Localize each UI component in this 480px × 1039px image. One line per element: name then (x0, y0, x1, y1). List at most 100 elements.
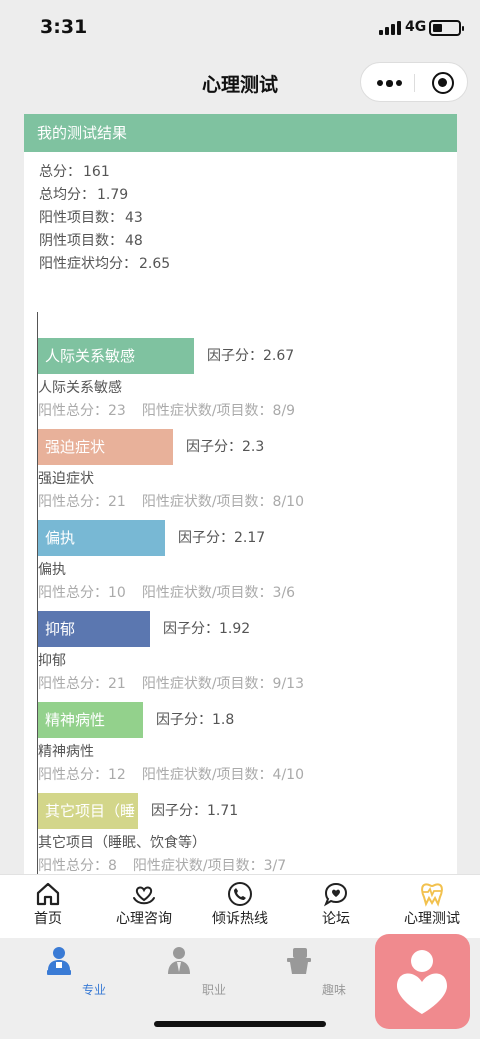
systab-fun[interactable]: 趣味 (264, 942, 346, 1002)
factor-item: 偏执 因子分：2.17 偏执 阳性总分：10 阳性症状数/项目数：3/6 (38, 520, 438, 611)
factor-bar: 其它项目（睡 (38, 793, 138, 829)
ratio-value: 3/6 (272, 585, 296, 601)
factor-item: 人际关系敏感 因子分：2.67 人际关系敏感 阳性总分：23 阳性症状数/项目数：8/9 (38, 338, 438, 429)
tab-counseling[interactable]: 心理咨询 (100, 875, 188, 939)
factor-bar: 精神病性 (38, 702, 143, 738)
summary-label: 总分： (39, 164, 81, 180)
systab-career[interactable]: 职业 (144, 942, 226, 1002)
tab-label: 心理测试 (404, 911, 460, 927)
factor-bar: 抑郁 (38, 611, 150, 647)
summary-total: 总分： 161 (37, 161, 170, 184)
factor-score-label: 因子分：2.67 (207, 338, 294, 374)
status-bar: 3:31 4G (0, 0, 480, 56)
signal-icon (379, 21, 401, 35)
heartbeat-tooth-icon (421, 883, 443, 907)
result-header: 我的测试结果 (24, 114, 457, 152)
positive-total-value: 23 (108, 403, 126, 419)
tab-hotline[interactable]: 倾诉热线 (196, 875, 284, 939)
systab-professional[interactable]: 专业 (24, 942, 106, 1002)
nav-bar: 心理测试 (0, 56, 480, 110)
factor-stats: 阳性总分：8 阳性症状数/项目数：3/7 (38, 855, 286, 875)
systab-label: 专业 (81, 983, 106, 997)
factor-name: 偏执 (38, 562, 66, 578)
ratio-label: 阳性症状数/项目数： (141, 403, 273, 419)
systab-label: 职业 (201, 983, 226, 997)
ratio-value: 8/9 (272, 403, 296, 419)
close-target-icon[interactable] (432, 72, 454, 94)
positive-total-label: 阳性总分： (38, 494, 108, 510)
heart-hand-icon (133, 886, 155, 905)
summary-list: 总分： 161 总均分： 1.79 阳性项目数： 43 阴性项目数： 48 阳性症状均分… (37, 161, 170, 276)
score-value: 1.71 (207, 803, 239, 819)
factor-stats: 阳性总分：12 阳性症状数/项目数：4/10 (38, 764, 304, 784)
summary-value: 2.65 (139, 256, 171, 272)
factor-score-label: 因子分：2.17 (178, 520, 265, 556)
positive-total-label: 阳性总分： (38, 676, 108, 692)
heart-app-button[interactable] (375, 934, 470, 1029)
score-value: 2.17 (234, 530, 266, 546)
factor-item: 其它项目（睡 因子分：1.71 其它项目（睡眠、饮食等） 阳性总分：8 阳性症状数/项目… (38, 793, 438, 884)
tab-label: 首页 (34, 911, 62, 927)
factor-item: 强迫症状 因子分：2.3 强迫症状 阳性总分：21 阳性症状数/项目数：8/10 (38, 429, 438, 520)
miniprogram-capsule (360, 62, 468, 102)
factor-item: 抑郁 因子分：1.92 抑郁 阳性总分：21 阳性症状数/项目数：9/13 (38, 611, 438, 702)
ratio-value: 3/7 (263, 858, 287, 874)
tab-home[interactable]: 首页 (8, 875, 88, 939)
more-icon[interactable] (377, 79, 402, 87)
positive-total-value: 12 (108, 767, 126, 783)
ratio-label: 阳性症状数/项目数： (141, 767, 273, 783)
summary-label: 阳性项目数： (39, 210, 123, 226)
factor-bar: 强迫症状 (38, 429, 173, 465)
factor-stats: 阳性总分：23 阳性症状数/项目数：8/9 (38, 400, 295, 420)
tab-label: 倾诉热线 (212, 911, 268, 927)
ratio-label: 阳性症状数/项目数： (132, 858, 264, 874)
score-prefix: 因子分： (156, 712, 212, 728)
home-icon (36, 882, 60, 906)
positive-total-label: 阳性总分： (38, 858, 108, 874)
score-value: 1.92 (219, 621, 251, 637)
ratio-value: 9/13 (272, 676, 304, 692)
tab-label: 论坛 (322, 911, 350, 927)
doctor-icon (47, 947, 71, 975)
factor-score-label: 因子分：1.92 (163, 611, 250, 647)
ratio-value: 8/10 (272, 494, 304, 510)
summary-value: 161 (83, 164, 110, 180)
summary-label: 阴性项目数： (39, 233, 123, 249)
score-prefix: 因子分： (186, 439, 242, 455)
positive-total-value: 8 (108, 858, 117, 874)
ratio-label: 阳性症状数/项目数： (141, 494, 273, 510)
summary-label: 总均分： (39, 187, 95, 203)
tab-bar: 首页 心理咨询 倾诉热线 论坛 心理测试 (0, 874, 480, 938)
tab-psych-test[interactable]: 心理测试 (390, 875, 474, 939)
factor-name: 人际关系敏感 (38, 380, 122, 396)
factor-stats: 阳性总分：10 阳性症状数/项目数：3/6 (38, 582, 295, 602)
summary-value: 43 (125, 210, 143, 226)
factor-name: 其它项目（睡眠、饮食等） (38, 835, 206, 851)
game-icon (287, 948, 311, 974)
factor-bar-chart: 人际关系敏感 因子分：2.67 人际关系敏感 阳性总分：23 阳性症状数/项目数：8/9… (37, 312, 447, 884)
ratio-label: 阳性症状数/项目数： (141, 676, 273, 692)
phone-icon (228, 882, 252, 906)
factor-item: 精神病性 因子分：1.8 精神病性 阳性总分：12 阳性症状数/项目数：4/10 (38, 702, 438, 793)
ratio-value: 4/10 (272, 767, 304, 783)
worker-icon (168, 947, 190, 974)
home-indicator (154, 1021, 326, 1027)
positive-total-value: 21 (108, 676, 126, 692)
status-time: 3:31 (40, 16, 88, 38)
factor-stats: 阳性总分：21 阳性症状数/项目数：8/10 (38, 491, 304, 511)
summary-negative-count: 阴性项目数： 48 (37, 230, 170, 253)
summary-positive-average: 阳性症状均分： 2.65 (37, 253, 170, 276)
heart-icon (397, 950, 447, 1014)
network-label: 4G (405, 19, 427, 35)
factor-score-label: 因子分：2.3 (186, 429, 264, 465)
score-prefix: 因子分： (178, 530, 234, 546)
factor-name: 抑郁 (38, 653, 66, 669)
score-prefix: 因子分： (163, 621, 219, 637)
factor-score-label: 因子分：1.71 (151, 793, 238, 829)
factor-name: 强迫症状 (38, 471, 94, 487)
tab-label: 心理咨询 (116, 911, 172, 927)
chat-heart-icon (323, 882, 348, 907)
tab-forum[interactable]: 论坛 (296, 875, 376, 939)
summary-positive-count: 阳性项目数： 43 (37, 207, 170, 230)
systab-label: 趣味 (321, 983, 346, 997)
